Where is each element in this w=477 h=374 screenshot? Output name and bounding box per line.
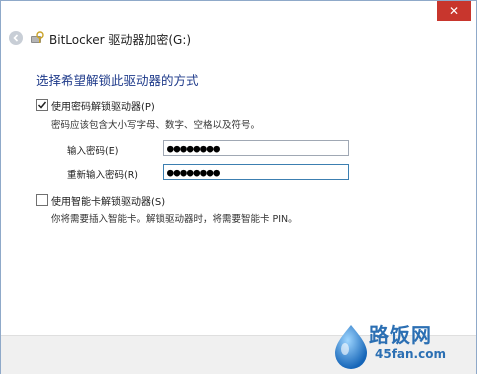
password-hint: 密码应该包含大小写字母、数字、空格以及符号。 — [51, 120, 261, 131]
watermark-brand: 路饭网 — [369, 323, 432, 347]
title-bar: ✕ BitLocker 驱动器加密(G:) — [1, 1, 476, 53]
password-option-checkbox[interactable] — [36, 99, 48, 111]
back-arrow-icon — [13, 34, 19, 42]
checkmark-icon — [37, 101, 47, 109]
enter-password-field[interactable]: ●●●●●●●● — [163, 140, 349, 156]
watermark: 路饭网 45fan.com — [331, 319, 471, 373]
smartcard-option-checkbox[interactable] — [36, 194, 48, 206]
password-option-label[interactable]: 使用密码解锁驱动器(P) — [51, 98, 155, 113]
close-icon: ✕ — [448, 4, 460, 18]
close-button[interactable]: ✕ — [437, 1, 471, 21]
watermark-logo-icon — [335, 325, 367, 369]
bitlocker-dialog: ✕ BitLocker 驱动器加密(G:) 选择希望解锁此驱动器的方式 使用密码… — [0, 0, 477, 374]
smartcard-option-label[interactable]: 使用智能卡解锁驱动器(S) — [51, 193, 165, 208]
reenter-password-field[interactable]: ●●●●●●●● — [163, 164, 349, 180]
page-heading: 选择希望解锁此驱动器的方式 — [36, 73, 199, 88]
bitlocker-key-icon — [31, 31, 44, 43]
enter-password-label: 输入密码(E) — [67, 146, 119, 157]
window-title: BitLocker 驱动器加密(G:) — [49, 33, 192, 47]
reenter-password-label: 重新输入密码(R) — [67, 170, 139, 181]
back-button[interactable] — [9, 31, 23, 45]
smartcard-hint: 你将需要插入智能卡。解锁驱动器时，将需要智能卡 PIN。 — [51, 214, 298, 225]
watermark-url: 45fan.com — [375, 347, 446, 361]
